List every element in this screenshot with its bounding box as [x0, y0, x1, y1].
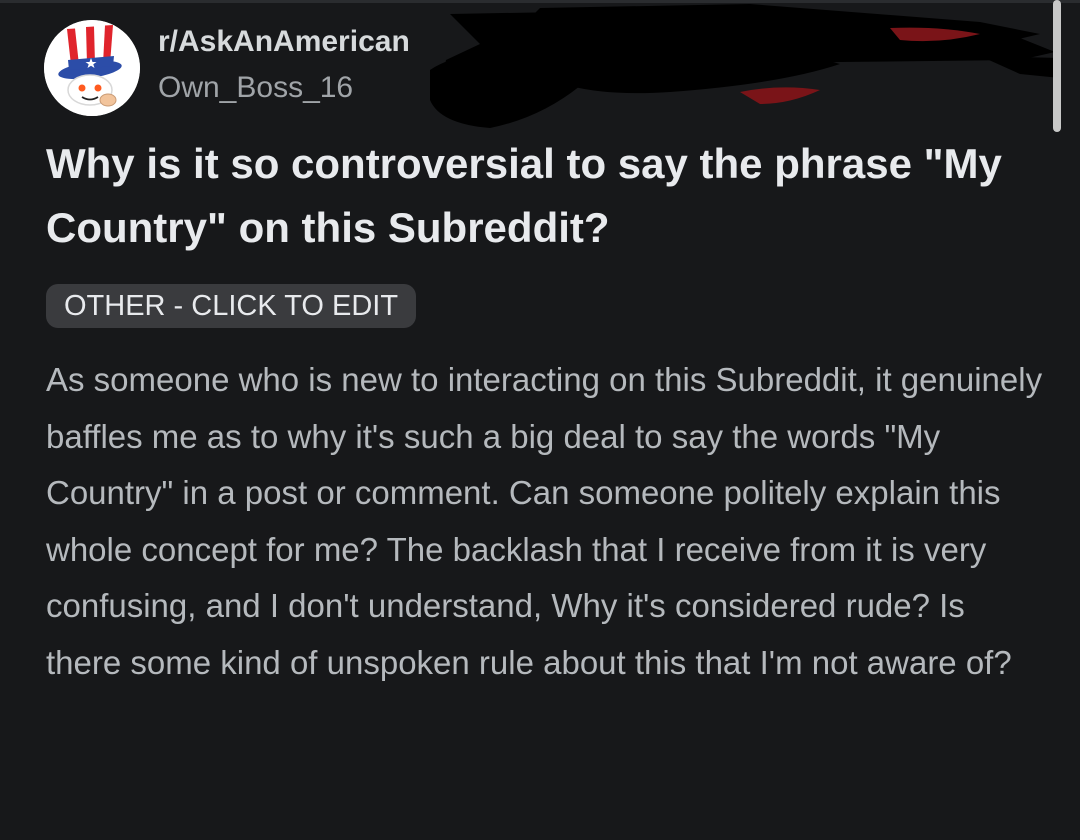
redaction-scribble [420, 0, 1060, 140]
subreddit-name-link[interactable]: r/AskAnAmerican [158, 22, 410, 62]
scrollbar-thumb[interactable] [1053, 0, 1061, 132]
subreddit-avatar-icon[interactable] [44, 20, 140, 116]
author-username-link[interactable]: Own_Boss_16 [158, 68, 353, 108]
post-flair-badge[interactable]: OTHER - CLICK TO EDIT [46, 284, 417, 328]
post-title[interactable]: Why is it so controversial to say the ph… [46, 132, 1036, 260]
post-body-text: As someone who is new to interacting on … [46, 361, 1043, 681]
